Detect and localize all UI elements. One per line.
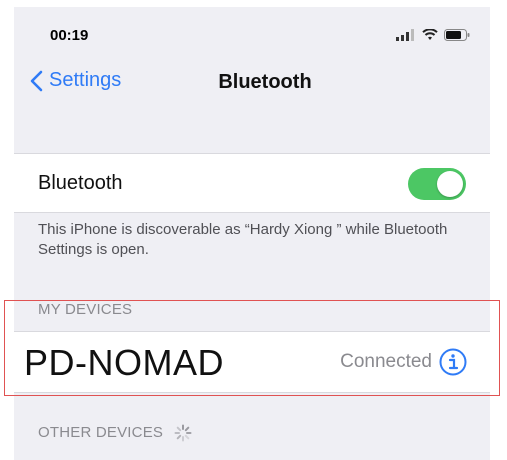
battery-icon [444, 29, 470, 41]
info-icon[interactable] [438, 347, 468, 377]
settings-screen: 00:19 Settings Bluetooth Bluetooth This … [14, 7, 490, 460]
other-devices-label: OTHER DEVICES [38, 424, 164, 441]
device-status: Connected [340, 351, 432, 372]
page-title: Bluetooth [218, 71, 312, 93]
my-devices-header: MY DEVICES [38, 301, 133, 318]
loading-spinner-icon [174, 424, 191, 442]
toggle-knob [437, 171, 463, 197]
device-row[interactable]: PD-NOMAD Connected [14, 331, 490, 393]
cellular-signal-icon [396, 29, 414, 41]
bluetooth-toggle-row: Bluetooth [14, 154, 490, 213]
status-time: 00:19 [50, 27, 89, 44]
other-devices-header: OTHER DEVICES [38, 424, 192, 442]
status-icons [396, 27, 470, 43]
discoverable-note: This iPhone is discoverable as “Hardy Xi… [38, 221, 448, 258]
bluetooth-label: Bluetooth [38, 172, 123, 194]
device-name: PD-NOMAD [24, 342, 224, 383]
bluetooth-toggle[interactable] [408, 168, 466, 200]
wifi-icon [422, 29, 438, 40]
